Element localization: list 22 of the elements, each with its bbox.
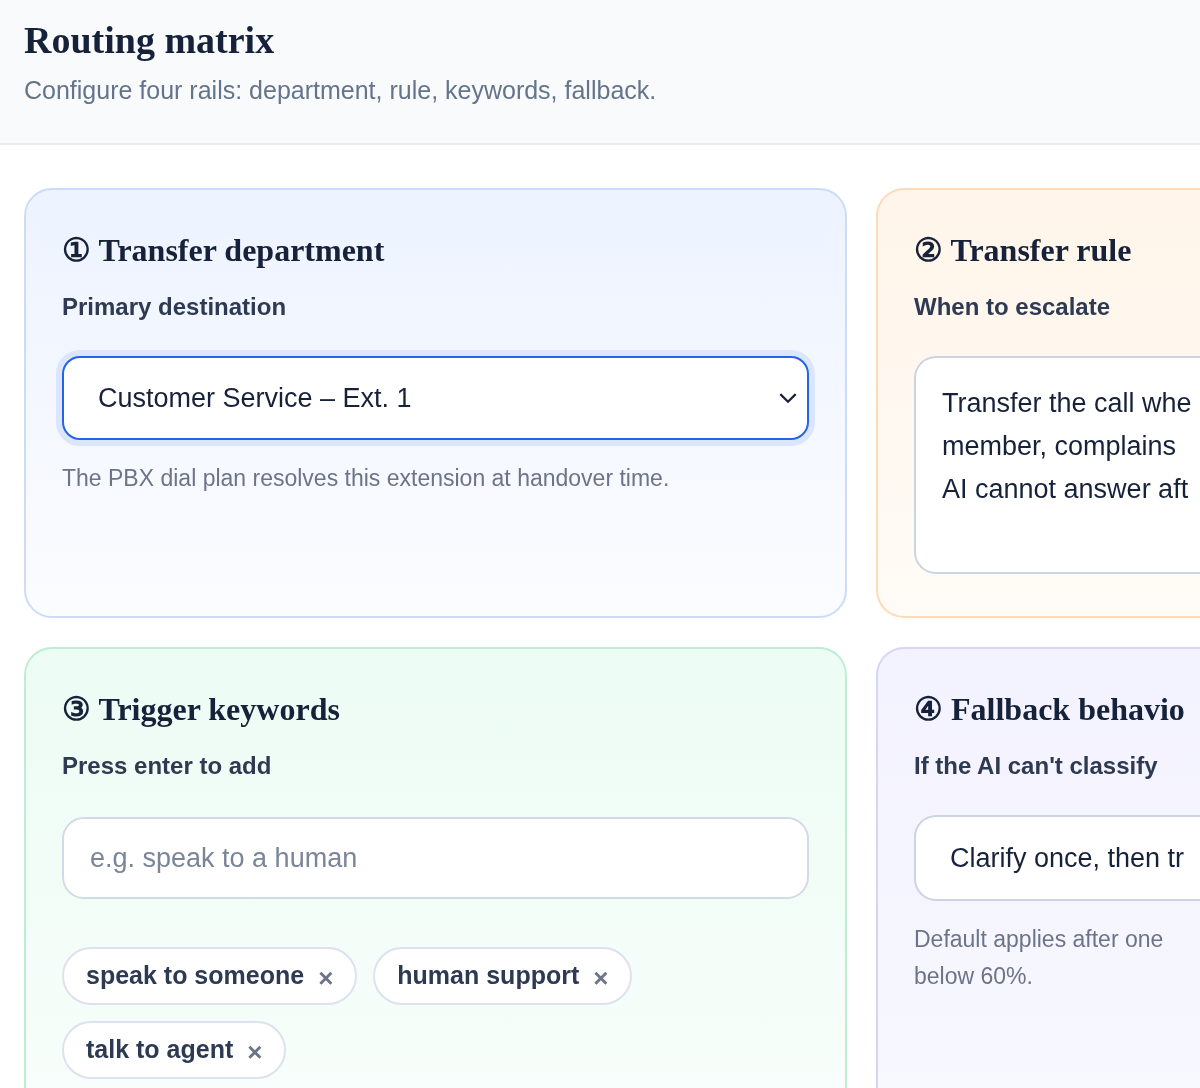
remove-chip-button[interactable]: ×	[593, 965, 609, 991]
chip-label: speak to someone	[86, 960, 305, 992]
remove-chip-button[interactable]: ×	[247, 1039, 263, 1065]
card-title: ① Transfer department	[62, 231, 386, 270]
card-title: ③ Trigger keywords	[62, 690, 341, 729]
help-text: Default applies after one below 60%.	[914, 925, 1165, 991]
field-label: Press enter to add	[62, 751, 273, 781]
field-label: When to escalate	[914, 292, 1112, 322]
remove-chip-button[interactable]: ×	[318, 965, 334, 991]
page-title: Routing matrix	[24, 18, 276, 63]
page-subtitle: Configure four rails: department, rule, keywords, fallback.	[24, 75, 658, 105]
card-title: ② Transfer rule	[914, 231, 1133, 270]
chip-label: talk to agent	[86, 1034, 234, 1066]
chevron-down-icon	[779, 392, 797, 404]
rule-text-area[interactable]: Transfer the call whe member, complains AI cannot answer aft	[914, 356, 1200, 574]
help-text: The PBX dial plan resolves this extension at handover time.	[62, 464, 671, 493]
card-title: ④ Fallback behavio	[914, 690, 1186, 729]
keyword-input[interactable]: e.g. speak to a human	[62, 817, 809, 899]
chip-label: human support	[397, 960, 580, 992]
fallback-field[interactable]: Clarify once, then tr	[914, 815, 1200, 901]
field-label: If the AI can't classify	[914, 751, 1159, 781]
field-label: Primary destination	[62, 292, 288, 322]
